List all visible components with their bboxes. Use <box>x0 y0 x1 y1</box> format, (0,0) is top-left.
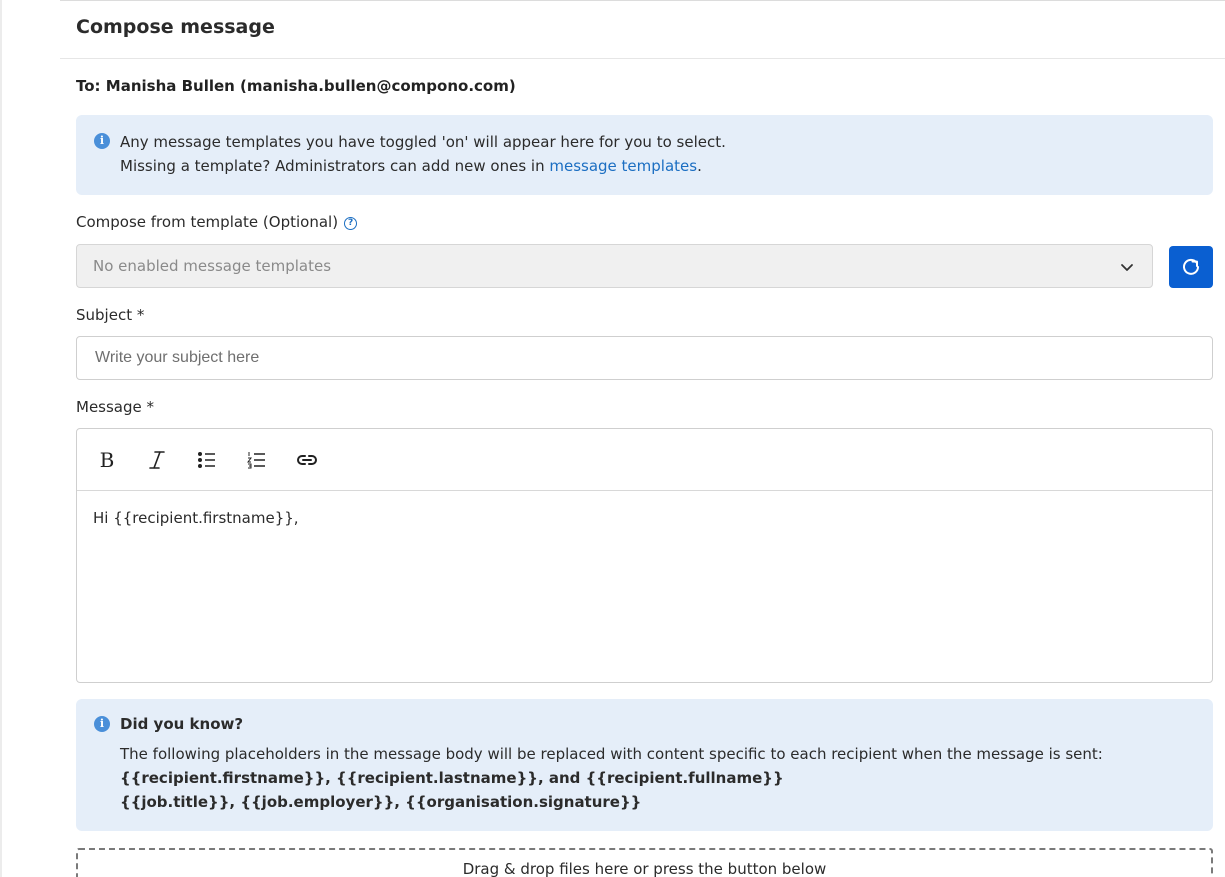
subject-label: Subject * <box>76 306 145 324</box>
link-icon[interactable] <box>295 448 319 472</box>
message-editor[interactable]: B Hi {{recipient.firstname}}, <box>76 428 1213 683</box>
template-select-value: No enabled message templates <box>93 257 332 275</box>
placeholder-tip-text: Did you know? The following placeholders… <box>120 712 1193 814</box>
template-info-box: i Any message templates you have toggled… <box>76 115 1213 195</box>
template-select[interactable]: No enabled message templates <box>76 244 1153 288</box>
tip-description: The following placeholders in the messag… <box>120 745 1103 763</box>
bold-icon[interactable]: B <box>95 448 119 472</box>
editor-toolbar: B <box>77 429 1212 491</box>
template-info-suffix: . <box>697 157 702 175</box>
template-select-label: Compose from template (Optional)? <box>76 213 358 231</box>
info-icon: i <box>94 133 110 149</box>
dropzone-text: Drag & drop files here or press the butt… <box>462 860 827 877</box>
bullet-list-icon[interactable] <box>195 448 219 472</box>
message-body: Hi {{recipient.firstname}}, <box>93 509 299 527</box>
help-icon[interactable]: ? <box>344 217 358 230</box>
recipient-line: To: Manisha Bullen (manisha.bullen@compo… <box>76 77 516 95</box>
tip-placeholders-line1: {{recipient.firstname}}, {{recipient.las… <box>120 769 784 787</box>
tip-title: Did you know? <box>120 715 244 733</box>
refresh-templates-button[interactable] <box>1169 246 1213 288</box>
message-templates-link[interactable]: message templates <box>549 157 697 175</box>
modal-header: Compose message <box>60 0 1225 59</box>
refresh-icon <box>1183 258 1199 275</box>
italic-icon[interactable] <box>145 448 169 472</box>
template-info-prefix: Missing a template? Administrators can a… <box>120 157 550 175</box>
info-icon: i <box>94 716 110 732</box>
modal-title: Compose message <box>76 16 275 38</box>
template-info-line2: Missing a template? Administrators can a… <box>120 154 1193 178</box>
numbered-list-icon[interactable] <box>245 448 269 472</box>
subject-input[interactable] <box>76 336 1213 380</box>
template-info-line1: Any message templates you have toggled '… <box>120 133 726 151</box>
file-dropzone[interactable]: Drag & drop files here or press the butt… <box>76 848 1213 877</box>
chevron-down-icon <box>1121 264 1133 271</box>
placeholder-tip-box: i Did you know? The following placeholde… <box>76 699 1213 831</box>
template-select-label-text: Compose from template (Optional) <box>76 213 339 231</box>
tip-placeholders-line2: {{job.title}}, {{job.employer}}, {{organ… <box>120 793 642 811</box>
template-info-text: Any message templates you have toggled '… <box>120 130 1193 178</box>
left-divider <box>0 0 2 877</box>
message-label: Message * <box>76 398 155 416</box>
